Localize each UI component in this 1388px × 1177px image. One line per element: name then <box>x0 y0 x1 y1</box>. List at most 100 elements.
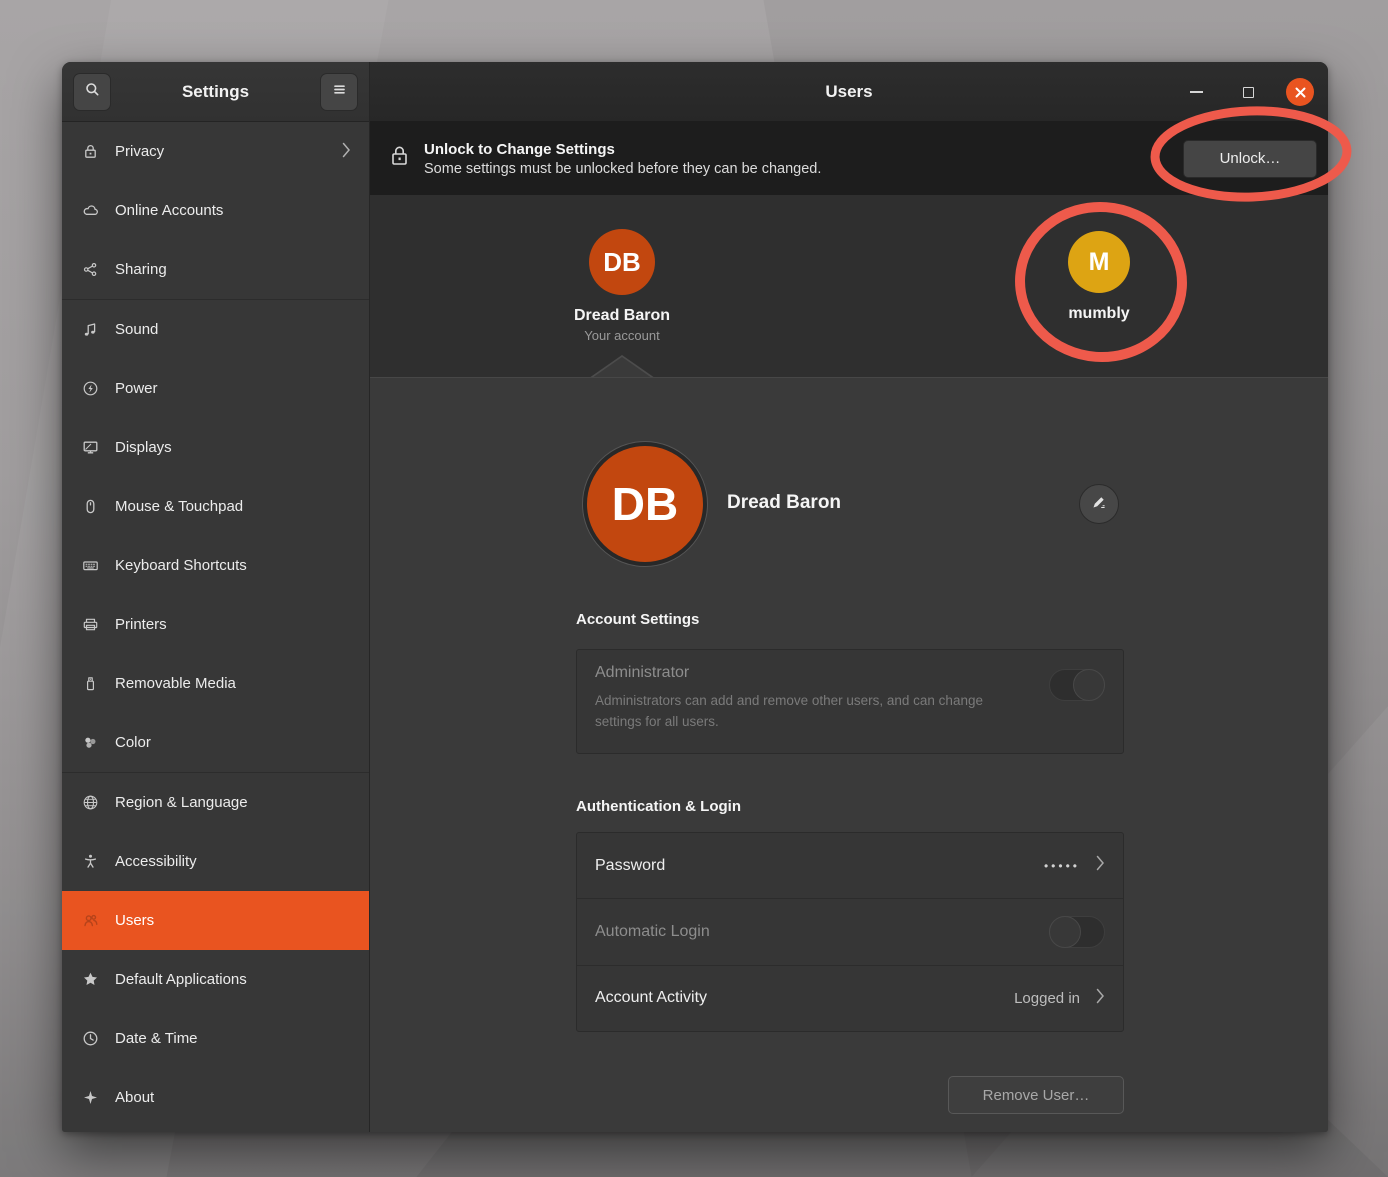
minimize-button[interactable] <box>1182 62 1210 122</box>
lock-icon <box>82 143 99 160</box>
sparkle-icon <box>82 1089 99 1106</box>
account-activity-label: Account Activity <box>595 989 1014 1007</box>
chevron-right-icon <box>1096 855 1105 876</box>
profile-avatar[interactable]: DB <box>583 442 707 566</box>
minimize-icon <box>1190 91 1203 93</box>
sidebar-item-label: Keyboard Shortcuts <box>115 557 351 574</box>
sidebar-item-default-applications[interactable]: Default Applications <box>62 950 369 1009</box>
sidebar-item-color[interactable]: Color <box>62 713 369 772</box>
sidebar-item-removable-media[interactable]: Removable Media <box>62 654 369 713</box>
sidebar-item-label: Region & Language <box>115 794 351 811</box>
sidebar-list: Privacy Online Accounts Sharing Sound <box>62 122 369 1132</box>
toggle-knob <box>1049 916 1081 948</box>
automatic-login-toggle[interactable] <box>1049 916 1105 948</box>
settings-window: Settings Privacy Online Accounts <box>62 62 1328 1132</box>
sidebar-item-label: Online Accounts <box>115 202 351 219</box>
mouse-icon <box>82 498 99 515</box>
sidebar-item-label: Power <box>115 380 351 397</box>
sidebar-item-label: Default Applications <box>115 971 351 988</box>
desktop-background: Settings Privacy Online Accounts <box>0 0 1388 1177</box>
unlock-banner-title: Unlock to Change Settings <box>424 141 1183 158</box>
sidebar-item-label: Users <box>115 912 351 929</box>
close-button[interactable] <box>1286 62 1314 122</box>
administrator-label: Administrator <box>595 664 1105 682</box>
close-icon <box>1286 78 1314 106</box>
user-card-dread-baron[interactable]: DB Dread Baron Your account <box>542 229 702 343</box>
sidebar-item-date-time[interactable]: Date & Time <box>62 1009 369 1068</box>
users-icon <box>82 912 99 929</box>
titlebar: Users <box>370 62 1328 122</box>
sidebar-item-printers[interactable]: Printers <box>62 595 369 654</box>
edit-name-button[interactable] <box>1079 484 1119 524</box>
sidebar-item-label: Printers <box>115 616 351 633</box>
section-title-authentication-login: Authentication & Login <box>576 798 741 815</box>
sidebar-item-sound[interactable]: Sound <box>62 300 369 359</box>
sidebar-item-label: About <box>115 1089 351 1106</box>
sidebar-item-online-accounts[interactable]: Online Accounts <box>62 181 369 240</box>
toggle-knob <box>1073 669 1105 701</box>
unlock-banner-text: Unlock to Change Settings Some settings … <box>424 141 1183 177</box>
chevron-right-icon <box>342 142 351 162</box>
sidebar-item-mouse-touchpad[interactable]: Mouse & Touchpad <box>62 477 369 536</box>
sidebar-item-label: Removable Media <box>115 675 351 692</box>
sidebar-item-label: Accessibility <box>115 853 351 870</box>
hamburger-icon <box>331 81 348 103</box>
administrator-card: Administrator Administrators can add and… <box>576 649 1124 754</box>
password-value: ••••• <box>1044 859 1080 873</box>
sidebar-item-label: Sound <box>115 321 351 338</box>
automatic-login-row: Automatic Login <box>577 898 1123 964</box>
password-row[interactable]: Password ••••• <box>577 833 1123 898</box>
unlock-button[interactable]: Unlock… <box>1183 140 1317 178</box>
sidebar-item-privacy[interactable]: Privacy <box>62 122 369 181</box>
user-carousel: DB Dread Baron Your account M mumbly <box>370 195 1328 377</box>
sidebar-item-region-language[interactable]: Region & Language <box>62 773 369 832</box>
avatar: M <box>1068 231 1130 293</box>
remove-user-button[interactable]: Remove User… <box>948 1076 1124 1114</box>
automatic-login-label: Automatic Login <box>595 923 1049 941</box>
sidebar-item-label: Date & Time <box>115 1030 351 1047</box>
star-icon <box>82 971 99 988</box>
sidebar-item-keyboard-shortcuts[interactable]: Keyboard Shortcuts <box>62 536 369 595</box>
administrator-toggle[interactable] <box>1049 669 1105 701</box>
music-note-icon <box>82 321 99 338</box>
sidebar-item-label: Displays <box>115 439 351 456</box>
lock-icon <box>388 143 411 174</box>
page-title: Users <box>825 82 872 102</box>
pencil-icon <box>1090 493 1108 516</box>
account-activity-row[interactable]: Account Activity Logged in <box>577 965 1123 1031</box>
password-label: Password <box>595 857 1044 875</box>
section-title-account-settings: Account Settings <box>576 611 699 628</box>
avatar: DB <box>589 229 655 295</box>
sidebar-item-sharing[interactable]: Sharing <box>62 240 369 299</box>
maximize-button[interactable] <box>1234 62 1262 122</box>
search-icon <box>84 81 101 103</box>
sidebar-item-label: Sharing <box>115 261 351 278</box>
user-details-panel: DB Dread Baron Account Settings Administ… <box>370 377 1328 1132</box>
sidebar-item-users[interactable]: Users <box>62 891 369 950</box>
user-name: mumbly <box>1039 305 1159 323</box>
profile-name: Dread Baron <box>727 492 841 514</box>
chevron-right-icon <box>1096 988 1105 1009</box>
sidebar-item-displays[interactable]: Displays <box>62 418 369 477</box>
sidebar-item-label: Color <box>115 734 351 751</box>
cloud-icon <box>82 202 99 219</box>
menu-button[interactable] <box>320 73 358 111</box>
sidebar-item-about[interactable]: About <box>62 1068 369 1127</box>
clock-icon <box>82 1030 99 1047</box>
share-icon <box>82 261 99 278</box>
sidebar-header: Settings <box>62 62 369 122</box>
flash-drive-icon <box>82 675 99 692</box>
accessibility-icon <box>82 853 99 870</box>
administrator-description: Administrators can add and remove other … <box>595 690 1015 732</box>
sidebar-item-power[interactable]: Power <box>62 359 369 418</box>
user-subtitle: Your account <box>542 328 702 343</box>
sidebar-item-label: Mouse & Touchpad <box>115 498 351 515</box>
sidebar-item-accessibility[interactable]: Accessibility <box>62 832 369 891</box>
user-name: Dread Baron <box>542 307 702 325</box>
user-card-mumbly[interactable]: M mumbly <box>1039 231 1159 323</box>
search-button[interactable] <box>73 73 111 111</box>
display-icon <box>82 439 99 456</box>
account-activity-value: Logged in <box>1014 990 1080 1007</box>
selected-user-pointer <box>592 357 652 378</box>
authentication-card: Password ••••• Automatic Login Account A… <box>576 832 1124 1032</box>
